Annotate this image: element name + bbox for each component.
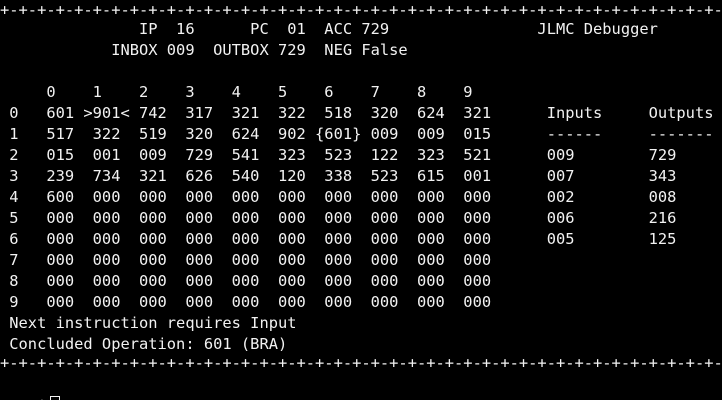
memory-row-0: 0 601 >901< 742 317 321 322 518 320 624 …	[0, 104, 714, 122]
next-instruction-status: Next instruction requires Input	[0, 314, 297, 332]
memory-row-9: 9 000 000 000 000 000 000 000 000 000 00…	[0, 293, 492, 311]
command-prompt[interactable]: $	[0, 375, 61, 400]
memory-row-5: 5 000 000 000 000 000 000 000 000 000 00…	[0, 209, 677, 227]
terminal-window[interactable]: +-+-+-+-+-+-+-+-+-+-+-+-+-+-+-+-+-+-+-+-…	[0, 0, 722, 400]
memory-row-4: 4 600 000 000 000 000 000 000 000 000 00…	[0, 188, 677, 206]
memory-row-1: 1 517 322 519 320 624 902 {601} 009 009 …	[0, 125, 714, 143]
bottom-border: +-+-+-+-+-+-+-+-+-+-+-+-+-+-+-+-+-+-+-+-…	[0, 354, 722, 372]
top-border: +-+-+-+-+-+-+-+-+-+-+-+-+-+-+-+-+-+-+-+-…	[0, 1, 722, 19]
concluded-operation-status: Concluded Operation: 601 (BRA)	[0, 335, 288, 353]
memory-row-6: 6 000 000 000 000 000 000 000 000 000 00…	[0, 230, 677, 248]
memory-column-header: 0 1 2 3 4 5 6 7 8 9	[0, 83, 473, 101]
header-registers-line: IP 16 PC 01 ACC 729 JLMC Debugger	[0, 20, 658, 38]
header-io-line: INBOX 009 OUTBOX 729 NEG False	[0, 41, 408, 59]
memory-row-8: 8 000 000 000 000 000 000 000 000 000 00…	[0, 272, 492, 290]
memory-row-3: 3 239 734 321 626 540 120 338 523 615 00…	[0, 167, 677, 185]
text-cursor[interactable]	[50, 396, 61, 400]
memory-row-2: 2 015 001 009 729 541 323 523 122 323 52…	[0, 146, 677, 164]
memory-row-7: 7 000 000 000 000 000 000 000 000 000 00…	[0, 251, 492, 269]
